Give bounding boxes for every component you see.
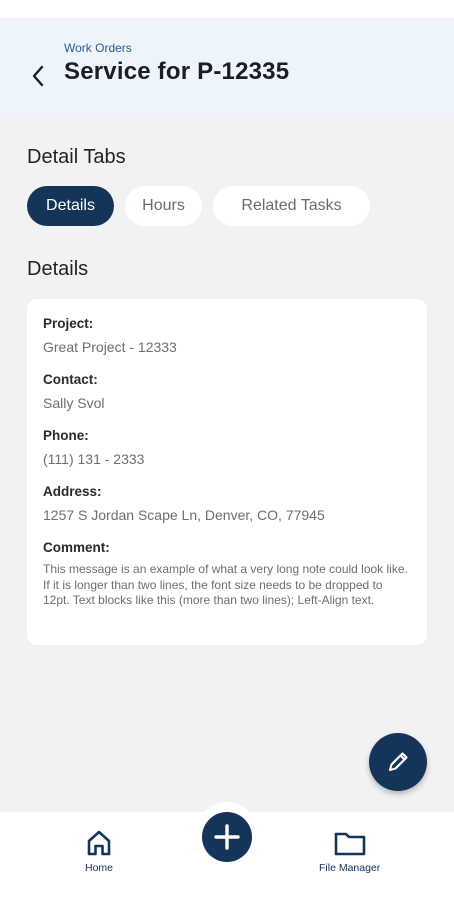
edit-button[interactable] bbox=[369, 733, 427, 791]
phone-value: (111) 131 - 2333 bbox=[43, 451, 145, 467]
details-card: Project: Great Project - 12333 Contact: … bbox=[27, 299, 427, 645]
address-value: 1257 S Jordan Scape Ln, Denver, CO, 7794… bbox=[43, 507, 325, 523]
contact-label: Contact: bbox=[43, 372, 98, 387]
detail-tabs-heading: Detail Tabs bbox=[27, 146, 126, 168]
tab-related-tasks[interactable]: Related Tasks bbox=[213, 186, 370, 226]
plus-icon bbox=[214, 824, 240, 850]
comment-field: Comment: This message is an example of w… bbox=[43, 540, 411, 609]
app-header: Work Orders Service for P-12335 bbox=[0, 18, 454, 114]
project-value: Great Project - 12333 bbox=[43, 339, 177, 355]
tab-details[interactable]: Details bbox=[27, 186, 114, 226]
comment-label: Comment: bbox=[43, 540, 110, 555]
breadcrumb[interactable]: Work Orders bbox=[64, 41, 132, 55]
chevron-left-icon bbox=[32, 65, 44, 87]
phone-field: Phone: (111) 131 - 2333 bbox=[43, 428, 411, 467]
home-icon bbox=[87, 830, 111, 856]
project-label: Project: bbox=[43, 316, 94, 331]
contact-field: Contact: Sally Svol bbox=[43, 372, 411, 411]
status-bar bbox=[0, 0, 454, 18]
detail-tabs: Details Hours Related Tasks bbox=[27, 186, 370, 226]
folder-icon bbox=[334, 832, 365, 856]
page-title: Service for P-12335 bbox=[64, 58, 290, 85]
nav-label-home: Home bbox=[84, 862, 113, 874]
comment-value: This message is an example of what a ver… bbox=[43, 562, 408, 607]
add-button[interactable] bbox=[202, 812, 252, 862]
details-heading: Details bbox=[27, 258, 89, 280]
nav-item-file-manager[interactable]: File Manager bbox=[319, 828, 380, 874]
project-field: Project: Great Project - 12333 bbox=[43, 316, 411, 355]
back-button[interactable] bbox=[22, 60, 54, 92]
address-field: Address: 1257 S Jordan Scape Ln, Denver,… bbox=[43, 484, 411, 523]
address-label: Address: bbox=[43, 484, 102, 499]
tab-hours[interactable]: Hours bbox=[125, 186, 202, 226]
phone-label: Phone: bbox=[43, 428, 89, 443]
nav-label-file-manager: File Manager bbox=[319, 862, 381, 874]
nav-item-home[interactable]: Home bbox=[84, 828, 114, 874]
contact-value: Sally Svol bbox=[43, 395, 105, 411]
pencil-icon bbox=[388, 752, 408, 772]
